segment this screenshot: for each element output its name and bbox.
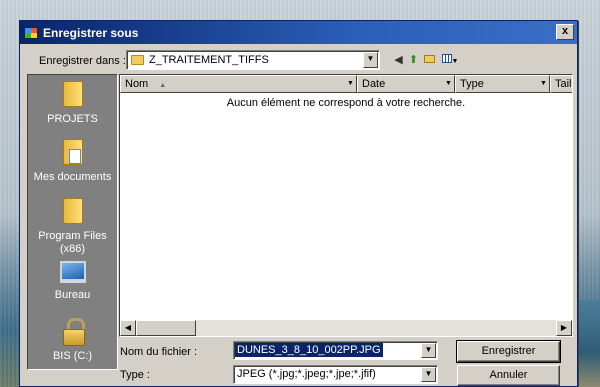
chevron-down-icon[interactable]: ▼ <box>444 77 453 90</box>
places-bar: PROJETS Mes documents Program Files (x86… <box>27 74 118 370</box>
save-as-dialog: Enregistrer sous x Enregistrer dans : Z_… <box>19 20 578 387</box>
cancel-button[interactable]: Annuler <box>457 365 560 386</box>
place-bureau[interactable]: Bureau <box>28 261 117 301</box>
column-label: Nom <box>125 78 149 90</box>
column-label: Type <box>460 78 484 90</box>
folder-icon <box>62 198 83 224</box>
column-label: Tail <box>555 78 572 90</box>
column-header-type[interactable]: Type ▼ <box>455 75 550 93</box>
close-button[interactable]: x <box>556 24 574 40</box>
place-label: Program Files (x86) <box>38 230 107 255</box>
place-label: Mes documents <box>33 171 112 183</box>
drive-lock-icon <box>62 318 85 346</box>
up-folder-icon[interactable]: ⬆ <box>407 54 420 66</box>
filetype-dropdown[interactable]: JPEG (*.jpg;*.jpeg;*.jpe;*.jfif) ▼ <box>233 365 438 384</box>
app-icon <box>24 26 38 39</box>
folder-icon <box>62 81 83 107</box>
chevron-down-icon[interactable]: ▼ <box>421 343 436 358</box>
location-dropdown[interactable]: Z_TRAITEMENT_TIFFS ▼ <box>126 50 380 70</box>
column-header-name[interactable]: Nom ▲ ▼ <box>120 75 357 93</box>
scroll-right-icon[interactable]: ▶ <box>556 320 572 336</box>
place-program-files[interactable]: Program Files (x86) <box>28 198 117 256</box>
chevron-down-icon[interactable]: ▼ <box>421 367 436 382</box>
save-button[interactable]: Enregistrer <box>456 340 561 363</box>
chevron-down-icon[interactable]: ▼ <box>539 77 548 90</box>
sort-ascending-icon: ▲ <box>159 82 167 89</box>
location-label: Enregistrer dans : <box>39 55 126 67</box>
location-value: Z_TRAITEMENT_TIFFS <box>149 54 269 66</box>
desktop-wallpaper-sea <box>578 300 600 387</box>
place-label: BIS (C:) <box>52 350 93 362</box>
place-bis-c[interactable]: BIS (C:) <box>28 318 117 362</box>
place-label: PROJETS <box>47 113 98 125</box>
desktop-icon <box>59 261 86 283</box>
back-icon[interactable]: ◀ <box>392 54 405 66</box>
filetype-label: Type : <box>120 369 150 381</box>
place-mes-documents[interactable]: Mes documents <box>28 139 117 183</box>
title-bar[interactable]: Enregistrer sous x <box>20 21 577 44</box>
empty-message: Aucun élément ne correspond à votre rech… <box>226 97 466 109</box>
column-header-size[interactable]: Tail <box>550 75 572 93</box>
filename-label: Nom du fichier : <box>120 346 198 358</box>
new-folder-icon[interactable] <box>423 54 436 66</box>
horizontal-scrollbar[interactable]: ◀ ▶ <box>120 320 572 336</box>
chevron-down-icon[interactable]: ▼ <box>346 77 355 90</box>
column-label: Date <box>362 78 386 90</box>
documents-icon <box>62 139 83 165</box>
place-label: Bureau <box>54 289 91 301</box>
folder-icon <box>131 55 144 66</box>
filename-value: DUNES_3_8_10_002PP.JPG <box>235 343 383 357</box>
scroll-left-icon[interactable]: ◀ <box>120 320 136 336</box>
chevron-down-icon[interactable]: ▼ <box>363 52 378 68</box>
place-projets[interactable]: PROJETS <box>28 81 117 125</box>
view-menu-icon[interactable]: ▼ <box>440 54 460 66</box>
filename-input[interactable]: DUNES_3_8_10_002PP.JPG ▼ <box>233 341 438 360</box>
file-list[interactable]: Nom ▲ ▼ Date ▼ Type ▼ Tail Aucun élément… <box>119 74 573 337</box>
scrollbar-thumb[interactable] <box>136 320 196 336</box>
column-header-date[interactable]: Date ▼ <box>357 75 455 93</box>
filetype-value: JPEG (*.jpg;*.jpeg;*.jpe;*.jfif) <box>237 368 376 380</box>
window-title: Enregistrer sous <box>43 25 139 40</box>
